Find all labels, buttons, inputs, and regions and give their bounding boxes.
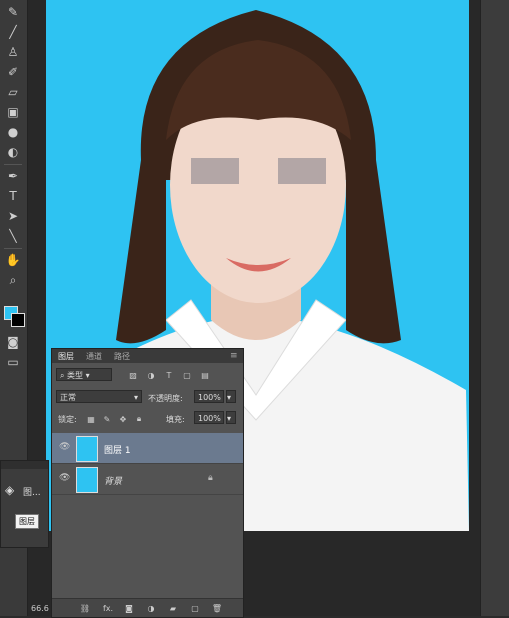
lock-position-icon[interactable]: ✥ <box>118 414 128 424</box>
pen-icon[interactable]: ✒ <box>5 168 21 184</box>
layer-row-layer1[interactable]: 👁︎ 图层 1 <box>52 433 243 464</box>
layers-panel-icon[interactable]: ◈ <box>5 483 19 497</box>
panel-menu-icon[interactable]: ≡ <box>230 351 238 361</box>
fx-icon[interactable]: fx. <box>100 603 116 613</box>
type-icon[interactable]: T <box>5 188 21 204</box>
opacity-label: 不透明度: <box>148 394 183 403</box>
opacity-input[interactable]: 100% <box>194 390 224 403</box>
gradient-icon[interactable]: ▣ <box>5 104 21 120</box>
pencil-icon[interactable]: ╱ <box>5 24 21 40</box>
new-layer-icon[interactable]: ▢ <box>190 603 200 613</box>
group-icon[interactable]: ▰ <box>168 603 178 613</box>
layers-panel-footer: ⛓ fx. ◙ ◑ ▰ ▢ 🗑︎ <box>52 598 243 617</box>
blend-mode-dropdown[interactable]: 正常 ▾ <box>56 390 142 403</box>
hand-icon[interactable]: ✋ <box>5 252 21 268</box>
background-color-swatch[interactable] <box>11 313 25 327</box>
zoom-icon[interactable]: ⌕ <box>5 272 21 288</box>
layer-filter-dropdown[interactable]: ⌕ 类型 ▾ <box>56 368 112 381</box>
smartobject-filter-icon[interactable]: ▤ <box>200 370 210 380</box>
path-select-icon[interactable]: ➤ <box>5 208 21 224</box>
tab-channels[interactable]: 通道 <box>86 351 102 362</box>
layer-name: 背景 <box>104 477 123 487</box>
lock-icon: 🔒︎ <box>208 473 213 483</box>
history-brush-icon[interactable]: ✐ <box>5 64 21 80</box>
eraser-icon[interactable]: ▱ <box>5 84 21 100</box>
blur-icon[interactable]: ● <box>5 124 21 140</box>
layers-panel-tabbar: 图层 通道 路径 ≡ <box>52 349 243 363</box>
mask-icon[interactable]: ◙ <box>124 603 134 613</box>
lock-label: 锁定: <box>58 415 77 424</box>
layer-thumbnail <box>76 436 98 462</box>
search-icon: ⌕ <box>60 371 68 380</box>
visibility-eye-icon[interactable]: 👁︎ <box>59 473 71 483</box>
pixel-filter-icon[interactable]: ▨ <box>128 370 138 380</box>
line-icon[interactable]: ╲ <box>5 228 21 244</box>
lock-all-icon[interactable]: 🔒︎ <box>134 414 144 424</box>
visibility-eye-icon[interactable]: 👁︎ <box>59 442 71 452</box>
collapsed-panel-dock: ◈ 图... <box>0 460 49 548</box>
dock-header <box>1 461 48 469</box>
trash-icon[interactable]: 🗑︎ <box>212 603 222 613</box>
fill-label: 填充: <box>166 415 185 424</box>
dodge-icon[interactable]: ◐ <box>5 144 21 160</box>
type-filter-icon[interactable]: T <box>164 370 174 380</box>
adjustment-icon[interactable]: ◑ <box>146 603 156 613</box>
link-icon[interactable]: ⛓ <box>80 603 90 613</box>
layer-thumbnail <box>76 467 98 493</box>
layer-row-background[interactable]: 👁︎ 背景 🔒︎ <box>52 464 243 495</box>
layers-panel-shortcut[interactable]: 图... <box>23 485 41 498</box>
shape-filter-icon[interactable]: ▢ <box>182 370 192 380</box>
stamp-icon[interactable]: ♙ <box>5 44 21 60</box>
layers-panel: 图层 通道 路径 ≡ ⌕ 类型 ▾ ▨ ◑ T ▢ ▤ 正常 ▾ 不透明度: 10… <box>51 348 244 618</box>
adjustment-filter-icon[interactable]: ◑ <box>146 370 156 380</box>
brush-icon[interactable]: ✎ <box>5 4 21 20</box>
fill-dropdown-arrow[interactable]: ▾ <box>226 411 236 424</box>
tab-paths[interactable]: 路径 <box>114 351 130 362</box>
layer-name: 图层 1 <box>104 446 131 456</box>
right-panel-dock <box>480 0 509 616</box>
tooltip: 图层 <box>15 514 39 529</box>
lock-image-icon[interactable]: ✎ <box>102 414 112 424</box>
quick-mask-icon[interactable]: ◙ <box>5 334 21 350</box>
lock-transparent-icon[interactable]: ▦ <box>86 414 96 424</box>
tab-layers[interactable]: 图层 <box>58 351 74 362</box>
screen-mode-icon[interactable]: ▭ <box>5 354 21 370</box>
fill-input[interactable]: 100% <box>194 411 224 424</box>
zoom-level: 66.6 <box>31 604 49 613</box>
opacity-dropdown-arrow[interactable]: ▾ <box>226 390 236 403</box>
